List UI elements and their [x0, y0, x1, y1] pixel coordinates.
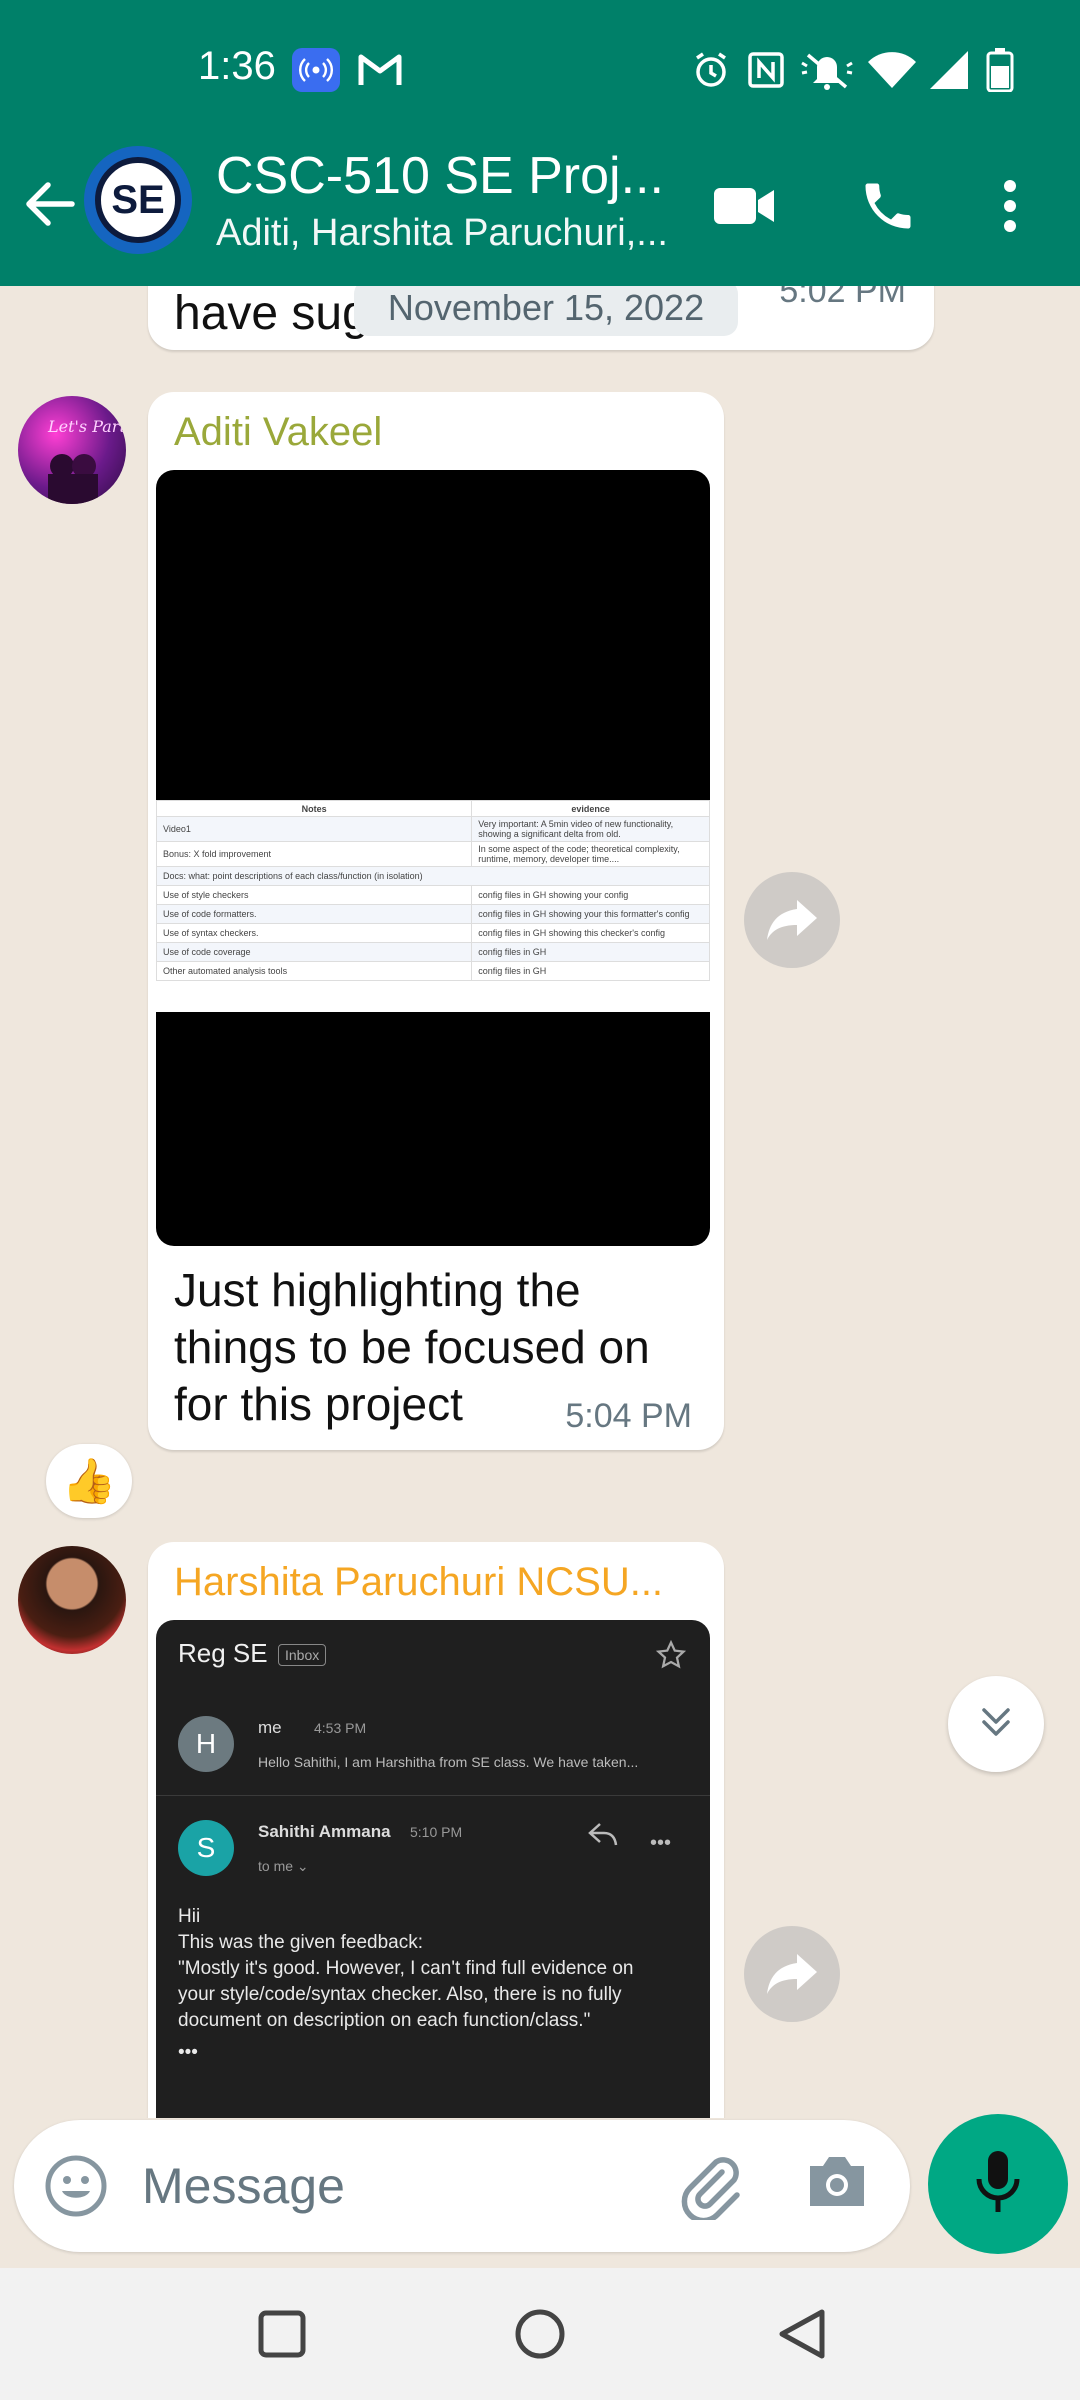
chat-header: SE CSC-510 SE Proj... Aditi, Harshita Pa… — [0, 140, 1080, 286]
message-input[interactable] — [142, 2144, 682, 2228]
alarm-icon — [688, 48, 734, 92]
image-attachment[interactable]: Notes evidence Video1 Very important: A 5… — [156, 470, 710, 1246]
status-time: 1:36 — [198, 44, 276, 88]
table-cell: config files in GH showing this checker'… — [471, 923, 710, 943]
group-title[interactable]: CSC-510 SE Proj... — [216, 146, 664, 206]
sender-name[interactable]: Aditi Vakeel — [174, 410, 382, 455]
nfc-icon — [744, 48, 788, 92]
email-label-badge: Inbox — [278, 1644, 327, 1666]
table-cell: Use of code formatters. — [156, 904, 473, 924]
microphone-icon — [975, 2149, 1021, 2220]
table-header: evidence — [471, 800, 710, 817]
email-time: 5:10 PM — [410, 1824, 463, 1840]
emoji-icon[interactable] — [44, 2154, 108, 2218]
group-avatar-label: SE — [111, 177, 165, 222]
message-bubble[interactable]: Harshita Paruchuri NCSU... Reg SE Inbox … — [148, 1542, 724, 2118]
email-snippet: Hello Sahithi, I am Harshitha from SE cl… — [258, 1754, 639, 1770]
reply-icon — [588, 1822, 618, 1853]
previous-message-text: have sug — [174, 287, 369, 340]
email-body-line: Hii — [178, 1906, 201, 1927]
email-body-line: ••• — [178, 2042, 198, 2063]
scroll-to-bottom-button[interactable] — [948, 1676, 1044, 1772]
sender-avatar[interactable] — [18, 1546, 126, 1654]
email-avatar: S — [178, 1820, 234, 1876]
image-attachment[interactable]: Reg SE Inbox H me 4:53 PM Hello Sahithi,… — [156, 1620, 710, 2118]
email-subject: Reg SE — [178, 1638, 268, 1668]
table-cell: Use of code coverage — [156, 942, 473, 962]
email-body-line: "Mostly it's good. However, I can't find… — [178, 1958, 634, 1979]
table-cell: Docs: what: point descriptions of each c… — [156, 866, 710, 886]
back-arrow-icon[interactable] — [18, 172, 82, 236]
system-nav-bar — [0, 2268, 1080, 2400]
table-cell: config files in GH showing your this for… — [471, 904, 710, 924]
voice-record-button[interactable] — [928, 2114, 1068, 2254]
attach-icon[interactable] — [674, 2150, 744, 2224]
star-icon — [655, 1639, 687, 1675]
divider — [156, 1795, 710, 1796]
mute-icon — [798, 48, 856, 92]
table-cell: Bonus: X fold improvement — [156, 841, 473, 867]
gmail-icon — [356, 48, 404, 92]
svg-text:Let's Party: Let's Party — [47, 417, 126, 436]
document-table: Notes evidence Video1 Very important: A 5… — [156, 800, 710, 1012]
table-cell: Video1 — [156, 816, 473, 842]
group-avatar[interactable]: SE — [84, 146, 192, 254]
email-recipient: to me ⌄ — [258, 1858, 309, 1874]
voice-call-icon[interactable] — [852, 170, 924, 242]
email-body: Hii This was the given feedback: "Mostly… — [178, 1904, 678, 2066]
table-cell: config files in GH showing your config — [471, 885, 710, 905]
email-body-line: document on description on each function… — [178, 2010, 591, 2031]
chat-area[interactable]: have sug 5:02 PM November 15, 2022 Let's… — [0, 286, 1080, 2118]
table-cell: Very important: A 5min video of new func… — [471, 816, 710, 842]
forward-icon[interactable] — [744, 1926, 840, 2022]
email-body-line: This was the given feedback: — [178, 1932, 424, 1953]
battery-icon — [982, 48, 1018, 92]
hotspot-icon — [292, 48, 340, 92]
wifi-icon — [866, 48, 918, 92]
sender-name[interactable]: Harshita Paruchuri NCSU... — [174, 1560, 663, 1605]
email-body-line: your style/code/syntax checker. Also, th… — [178, 1984, 622, 2005]
email-time: 4:53 PM — [314, 1720, 367, 1736]
video-call-icon[interactable] — [708, 170, 780, 242]
table-cell: Use of syntax checkers. — [156, 923, 473, 943]
message-bubble[interactable]: Aditi Vakeel Notes evidence Video1 Very i… — [148, 392, 724, 1450]
signal-icon — [926, 48, 972, 92]
group-members[interactable]: Aditi, Harshita Paruchuri,... — [216, 212, 668, 255]
table-header: Notes — [156, 800, 473, 817]
top-bar: 1:36 SE CSC-510 SE Proj... Aditi, Harshi… — [0, 0, 1080, 286]
reaction-badge[interactable]: 👍 — [46, 1444, 132, 1518]
more-options-icon[interactable] — [980, 170, 1040, 242]
more-icon: ••• — [650, 1832, 672, 1854]
table-cell: config files in GH — [471, 942, 710, 962]
email-avatar: H — [178, 1716, 234, 1772]
table-cell: config files in GH — [471, 961, 710, 981]
home-icon[interactable] — [504, 2298, 576, 2370]
date-chip: November 15, 2022 — [354, 286, 738, 336]
back-nav-icon[interactable] — [766, 2298, 838, 2370]
table-cell: Use of style checkers — [156, 885, 473, 905]
forward-icon[interactable] — [744, 872, 840, 968]
table-cell: In some aspect of the code; theoretical … — [471, 841, 710, 867]
sender-avatar[interactable]: Let's Party — [18, 396, 126, 504]
status-bar: 1:36 — [0, 0, 1080, 140]
message-time: 5:04 PM — [565, 1397, 692, 1435]
double-chevron-down-icon — [976, 1702, 1016, 1747]
recents-icon[interactable] — [246, 2298, 318, 2370]
email-sender: Sahithi Ammana — [258, 1822, 391, 1841]
previous-message-time: 5:02 PM — [779, 286, 906, 310]
message-composer — [14, 2120, 910, 2252]
camera-icon[interactable] — [804, 2152, 870, 2218]
email-sender: me — [258, 1718, 282, 1737]
table-cell: Other automated analysis tools — [156, 961, 473, 981]
